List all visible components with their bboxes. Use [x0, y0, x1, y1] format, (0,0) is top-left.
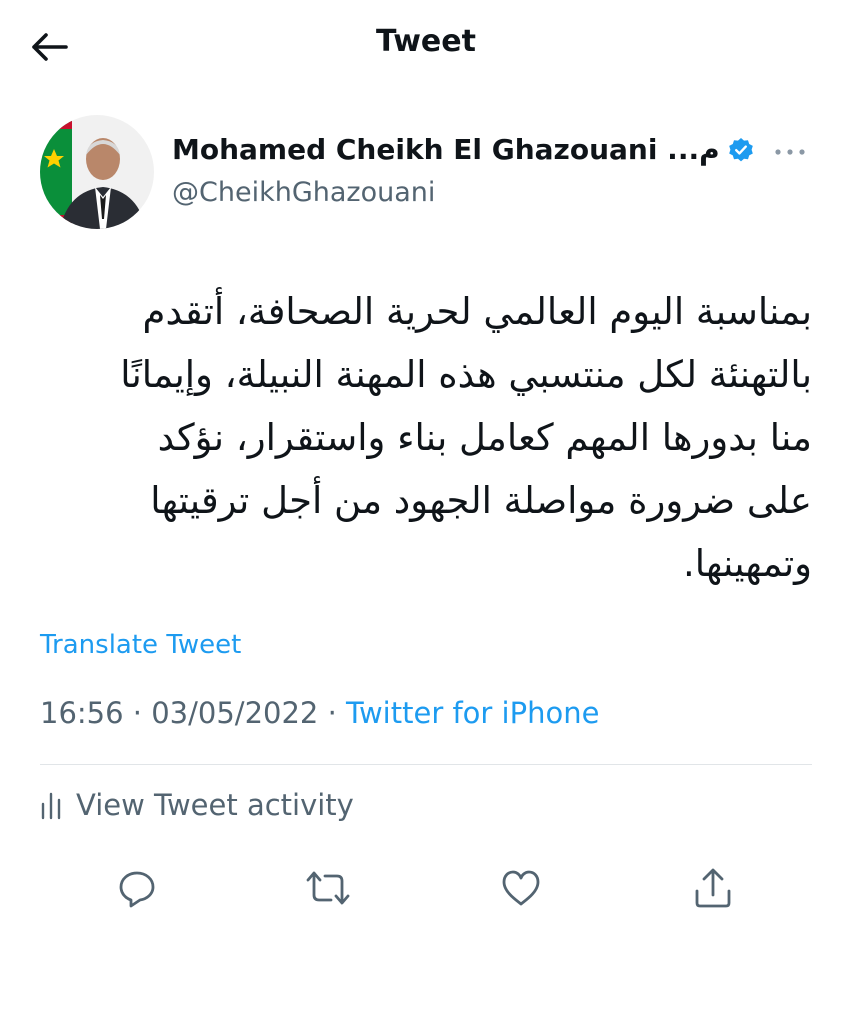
view-tweet-activity-button[interactable]: View Tweet activity: [40, 788, 354, 822]
meta-separator: ·: [327, 696, 337, 730]
more-horizontal-icon: [775, 149, 805, 155]
tweet-date[interactable]: 03/05/2022: [151, 696, 318, 730]
author-handle[interactable]: @CheikhGhazouani: [172, 177, 435, 208]
page-title: Tweet: [376, 24, 476, 59]
like-button[interactable]: [493, 860, 549, 916]
tweet-actions-bar: [0, 860, 852, 916]
more-options-button[interactable]: [770, 137, 810, 167]
avatar[interactable]: [40, 115, 154, 229]
share-button[interactable]: [685, 860, 741, 916]
verified-badge-icon: [728, 137, 754, 163]
tweet-author: Mohamed Cheikh El Ghazouani ...م @Cheikh…: [40, 115, 812, 235]
tweet-timestamp: 16:56 · 03/05/2022 · Twitter for iPhone: [40, 696, 599, 730]
tweet-source-link[interactable]: Twitter for iPhone: [346, 696, 599, 730]
tweet-time[interactable]: 16:56: [40, 696, 124, 730]
translate-tweet-link[interactable]: Translate Tweet: [40, 630, 241, 660]
author-name-row: Mohamed Cheikh El Ghazouani ...م: [172, 133, 754, 166]
share-icon: [695, 868, 731, 908]
view-tweet-activity-label: View Tweet activity: [76, 788, 354, 822]
retweet-button[interactable]: [300, 860, 356, 916]
reply-icon: [119, 871, 155, 908]
reply-button[interactable]: [109, 860, 165, 916]
top-bar: Tweet: [0, 0, 852, 92]
tweet-text: بمناسبة اليوم العالمي لحرية الصحافة، أتق…: [120, 290, 812, 585]
heart-icon: [502, 870, 540, 906]
avatar-image: [40, 115, 154, 229]
bar-chart-icon: [41, 792, 61, 820]
author-display-name[interactable]: Mohamed Cheikh El Ghazouani ...م: [172, 133, 720, 166]
divider: [40, 764, 812, 765]
meta-separator: ·: [132, 696, 143, 730]
retweet-icon: [306, 871, 350, 905]
